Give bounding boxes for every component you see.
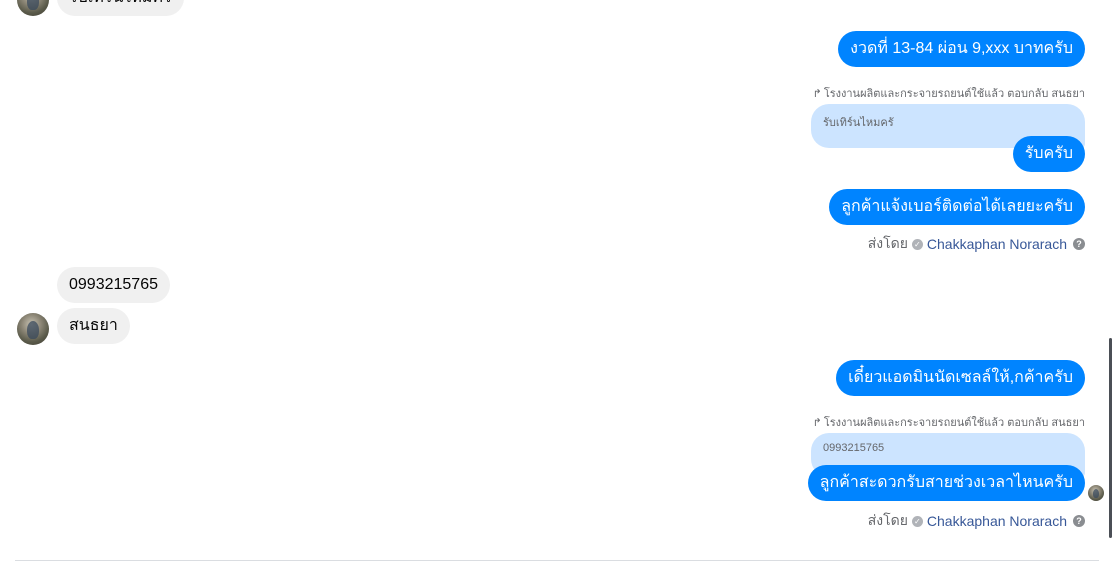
reply-label-text: โรงงานผลิตและกระจายรถยนต์ใช้แล้ว ตอบกลับ… [823,88,1085,100]
sent-by-info: ส่งโดย ✓ Chakkaphan Norarach ? [868,233,1085,255]
reply-arrow-icon: ↱ [812,417,822,429]
quoted-text: รับเทิร์นไหมครั [823,117,894,129]
sent-by-info: ส่งโดย ✓ Chakkaphan Norarach ? [868,510,1085,532]
composer-divider [15,560,1099,561]
contact-avatar[interactable] [17,0,49,16]
verified-check-icon: ✓ [911,238,923,250]
sent-by-prefix: ส่งโดย [867,235,908,251]
sender-name-link[interactable]: Chakkaphan Norarach [927,236,1067,252]
incoming-message: สนธยา [57,308,130,344]
outgoing-message: รับครับ [1012,136,1085,172]
outgoing-message: ลูกค้าสะดวกรับสายช่วงเวลาไหนครับ [807,465,1085,501]
reply-label: ↱ โรงงานผลิตและกระจายรถยนต์ใช้แล้ว ตอบกลั… [813,84,1085,102]
sent-by-prefix: ส่งโดย [867,512,908,528]
reply-label: ↱ โรงงานผลิตและกระจายรถยนต์ใช้แล้ว ตอบกลั… [813,413,1085,431]
outgoing-message: งวดที่ 13-84 ผ่อน 9,xxx บาทครับ [838,31,1085,67]
seen-avatar [1088,485,1104,501]
outgoing-message: ลูกค้าแจ้งเบอร์ติดต่อได้เลยยะครับ [829,189,1085,225]
incoming-message: รับเทิร์นไหมครั [57,0,184,16]
quoted-text: 0993215765 [823,442,885,454]
reply-arrow-icon: ↱ [812,88,822,100]
help-circle-icon[interactable]: ? [1073,238,1085,250]
scrollbar[interactable] [1109,338,1112,538]
incoming-message: 0993215765 [57,267,170,303]
reply-label-text: โรงงานผลิตและกระจายรถยนต์ใช้แล้ว ตอบกลับ… [823,417,1085,429]
outgoing-message: เดี๋ยวแอดมินนัดเซลล์ให้,กค้าครับ [836,360,1085,396]
verified-check-icon: ✓ [911,515,923,527]
contact-avatar[interactable] [17,313,49,345]
sender-name-link[interactable]: Chakkaphan Norarach [927,513,1067,529]
help-circle-icon[interactable]: ? [1073,515,1085,527]
